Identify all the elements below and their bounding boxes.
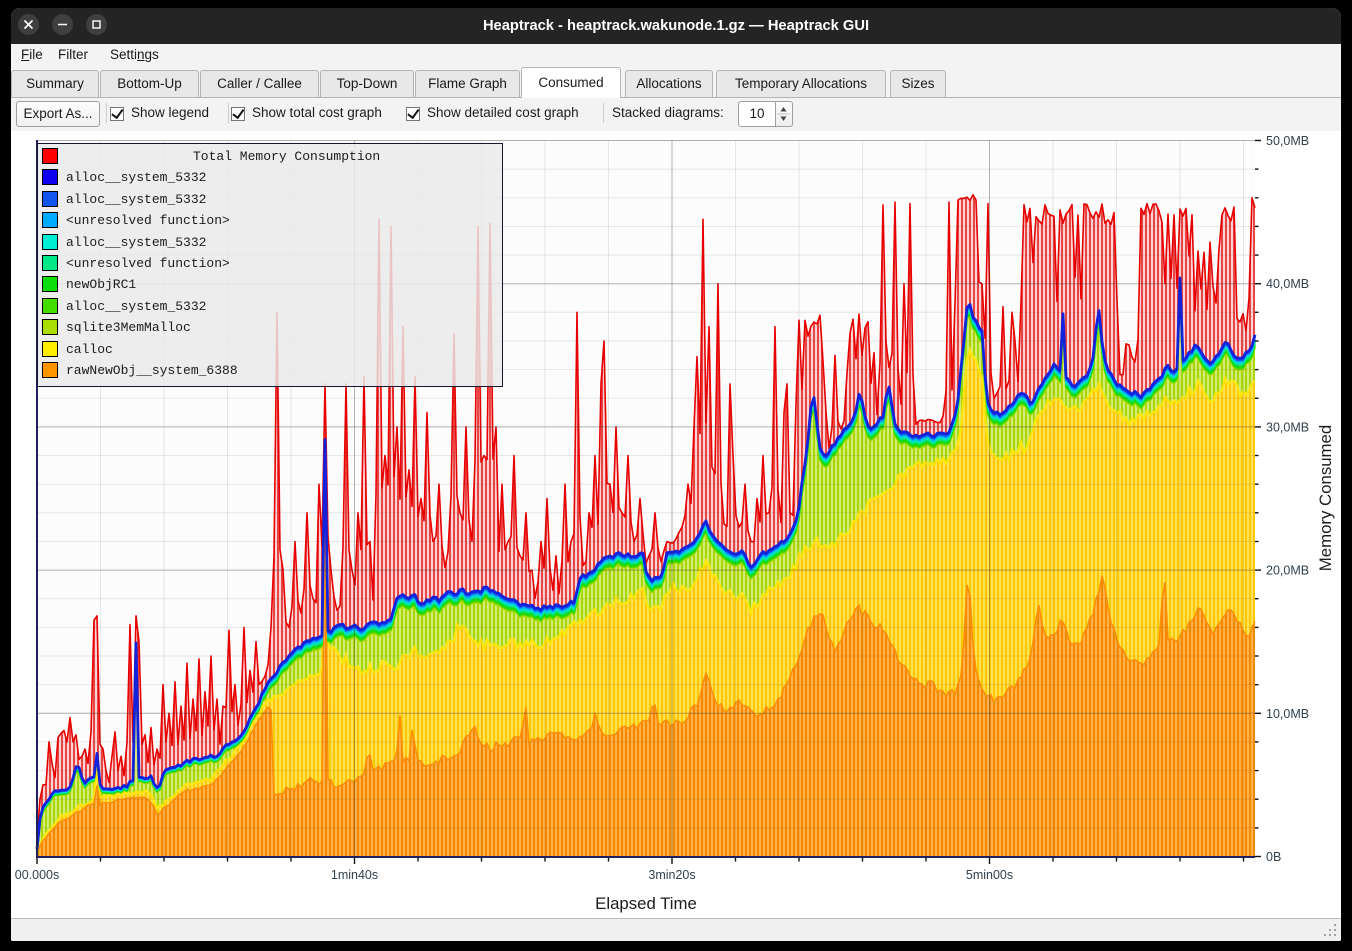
svg-text:Memory Consumed: Memory Consumed [1316, 425, 1335, 571]
svg-text:5min00s: 5min00s [966, 868, 1013, 882]
svg-text:1min40s: 1min40s [331, 868, 378, 882]
svg-text:40,0MB: 40,0MB [1266, 277, 1309, 291]
svg-text:00.000s: 00.000s [15, 868, 59, 882]
svg-text:3min20s: 3min20s [648, 868, 695, 882]
svg-text:30,0MB: 30,0MB [1266, 420, 1309, 434]
svg-text:Elapsed Time: Elapsed Time [595, 894, 697, 913]
svg-text:10,0MB: 10,0MB [1266, 707, 1309, 721]
svg-text:50,0MB: 50,0MB [1266, 134, 1309, 148]
svg-text:0B: 0B [1266, 850, 1281, 864]
svg-text:20,0MB: 20,0MB [1266, 564, 1309, 578]
